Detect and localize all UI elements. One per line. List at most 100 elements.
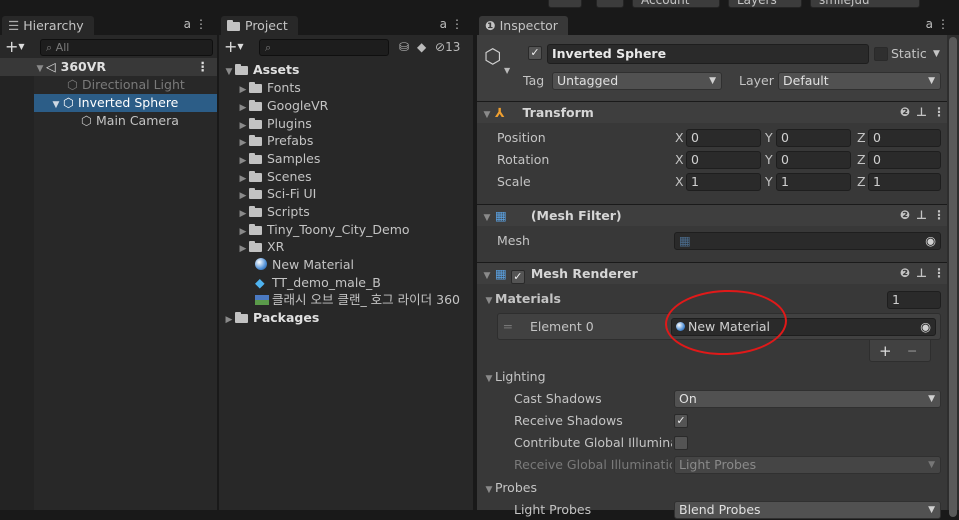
rotation-x-input[interactable]: 0 [686, 151, 761, 169]
scale-z-input[interactable]: 1 [868, 173, 941, 191]
axis-z-label[interactable]: Z [857, 129, 866, 147]
inspector-scrollbar[interactable] [947, 35, 959, 517]
mesh-renderer-header[interactable]: ▼ ▦ ✓ Mesh Renderer ❷⊥⋮ [477, 262, 959, 284]
preset-icon[interactable]: ⊥ [916, 105, 933, 119]
kebab-menu-icon[interactable]: ⋮ [197, 58, 210, 76]
mesh-filter-header[interactable]: ▼ ▦ (Mesh Filter) ❷⊥⋮ [477, 204, 959, 226]
receive-shadows-checkbox[interactable]: ✓ [674, 414, 688, 428]
tag-dropdown[interactable]: Untagged ▼ [552, 72, 722, 90]
help-icon[interactable]: ❷ [900, 266, 916, 280]
scrollbar-thumb[interactable] [949, 37, 957, 517]
contribute-gi-checkbox[interactable] [674, 436, 688, 450]
folder-assets[interactable]: ▼ Assets [219, 61, 473, 79]
kebab-menu-icon[interactable]: ⋮ [195, 17, 211, 31]
add-element-button[interactable]: + [879, 340, 892, 362]
probes-foldout[interactable]: ▼ Probes [483, 478, 537, 500]
filter-type-icon[interactable]: ⛁ [399, 39, 409, 56]
axis-y-label[interactable]: Y [765, 129, 773, 147]
cloud-button[interactable] [548, 0, 582, 8]
project-folder-row[interactable]: ▶ Scenes [219, 168, 473, 186]
project-folder-row[interactable]: ▶ Tiny_Toony_City_Demo [219, 221, 473, 239]
add-create-icon[interactable]: +▼ [224, 37, 244, 57]
lock-icon[interactable]: a [926, 17, 937, 31]
axis-x-label[interactable]: X [675, 151, 684, 169]
project-asset-image[interactable]: 클래시 오브 클랜_ 호그 라이더 360 [219, 291, 473, 309]
layer-dropdown[interactable]: Default ▼ [778, 72, 941, 90]
transform-header[interactable]: ▼ ⅄ Transform ❷⊥⋮ [477, 101, 959, 123]
project-folder-row[interactable]: ▶ XR [219, 238, 473, 256]
project-folder-row[interactable]: ▶ Scripts [219, 203, 473, 221]
light-probes-dropdown[interactable]: Blend Probes ▼ [674, 501, 941, 519]
mesh-renderer-enabled-checkbox[interactable]: ✓ [510, 270, 525, 284]
layout-button[interactable]: smilejuu [810, 0, 920, 8]
hierarchy-item-inverted-sphere[interactable]: ▼ ⬡ Inverted Sphere [34, 94, 217, 112]
project-folder-row[interactable]: ▶ Prefabs [219, 132, 473, 150]
project-folder-row[interactable]: ▶ Fonts [219, 79, 473, 97]
kebab-menu-icon[interactable]: ⋮ [937, 17, 953, 31]
scale-x-input[interactable]: 1 [686, 173, 761, 191]
add-create-icon[interactable]: +▼ [5, 37, 25, 57]
hierarchy-item-directional-light[interactable]: ⬡ Directional Light [0, 76, 217, 94]
hierarchy-search-input[interactable]: ⌕ All [40, 39, 213, 56]
hidden-packages-toggle[interactable]: ⊘13 [435, 39, 460, 56]
static-checkbox[interactable] [874, 47, 888, 61]
help-icon[interactable]: ❷ [900, 105, 916, 119]
static-dropdown-icon[interactable]: ▼ [933, 44, 940, 64]
object-picker-icon[interactable]: ◉ [920, 319, 931, 335]
layers-button[interactable]: Layers [728, 0, 802, 8]
account-button[interactable]: Account [632, 0, 720, 8]
project-asset-material[interactable]: New Material [219, 256, 473, 274]
tab-project[interactable]: Project [221, 16, 298, 35]
materials-size-input[interactable]: 1 [887, 291, 941, 309]
lock-icon[interactable]: a [440, 17, 451, 31]
project-folder-row[interactable]: ▶ Plugins [219, 115, 473, 133]
project-search-input[interactable]: ⌕ [259, 39, 389, 56]
position-y-input[interactable]: 0 [776, 129, 851, 147]
kebab-menu-icon[interactable]: ⋮ [451, 17, 467, 31]
project-asset-prefab[interactable]: ◆ TT_demo_male_B [219, 274, 473, 292]
rotation-y-input[interactable]: 0 [776, 151, 851, 169]
axis-y-label[interactable]: Y [765, 173, 773, 191]
hierarchy-item-main-camera[interactable]: ⬡ Main Camera [0, 112, 217, 130]
chevron-down-icon[interactable]: ▼ [481, 208, 493, 229]
chevron-down-icon[interactable]: ▼ [483, 480, 495, 500]
tab-hierarchy[interactable]: ☰ Hierarchy [2, 16, 94, 35]
lock-icon[interactable]: a [184, 17, 195, 31]
preset-icon[interactable]: ⊥ [916, 208, 933, 222]
materials-foldout[interactable]: ▼ Materials [483, 289, 561, 311]
axis-y-label[interactable]: Y [765, 151, 773, 169]
project-folder-row[interactable]: ▶ GoogleVR [219, 97, 473, 115]
cast-shadows-dropdown[interactable]: On ▼ [674, 390, 941, 408]
chevron-down-icon[interactable]: ▼ [481, 266, 493, 287]
collab-button[interactable] [596, 0, 624, 8]
object-name-input[interactable]: Inverted Sphere [547, 44, 869, 64]
remove-element-button[interactable]: − [907, 340, 917, 362]
project-folder-row[interactable]: ▶ Sci-Fi UI [219, 185, 473, 203]
project-folder-row[interactable]: ▶ Samples [219, 150, 473, 168]
axis-x-label[interactable]: X [675, 173, 684, 191]
chevron-down-icon[interactable]: ▼ [504, 66, 510, 75]
lighting-foldout[interactable]: ▼ Lighting [483, 367, 546, 389]
axis-x-label[interactable]: X [675, 129, 684, 147]
tab-inspector[interactable]: ❶ Inspector [479, 16, 568, 35]
position-x-input[interactable]: 0 [686, 129, 761, 147]
folder-packages[interactable]: ▶ Packages [219, 309, 473, 327]
help-icon[interactable]: ❷ [900, 208, 916, 222]
axis-z-label[interactable]: Z [857, 173, 866, 191]
filter-label-icon[interactable]: ◆ [417, 39, 426, 56]
scene-row[interactable]: ▼ ◁ 360VR ⋮ [0, 58, 217, 76]
object-picker-icon[interactable]: ◉ [925, 233, 936, 249]
chevron-down-icon[interactable]: ▼ [483, 291, 495, 311]
scale-y-input[interactable]: 1 [776, 173, 851, 191]
active-checkbox[interactable]: ✓ [528, 46, 542, 60]
axis-z-label[interactable]: Z [857, 151, 866, 169]
chevron-right-icon[interactable]: ▶ [223, 311, 235, 329]
chevron-down-icon[interactable]: ▼ [483, 369, 495, 389]
mesh-object-field[interactable]: ▦ ◉ [674, 232, 941, 250]
drag-handle-icon[interactable]: ═ [504, 317, 512, 337]
rotation-z-input[interactable]: 0 [868, 151, 941, 169]
chevron-down-icon[interactable]: ▼ [481, 105, 493, 126]
preset-icon[interactable]: ⊥ [916, 266, 933, 280]
folder-icon [235, 312, 248, 323]
position-z-input[interactable]: 0 [868, 129, 941, 147]
